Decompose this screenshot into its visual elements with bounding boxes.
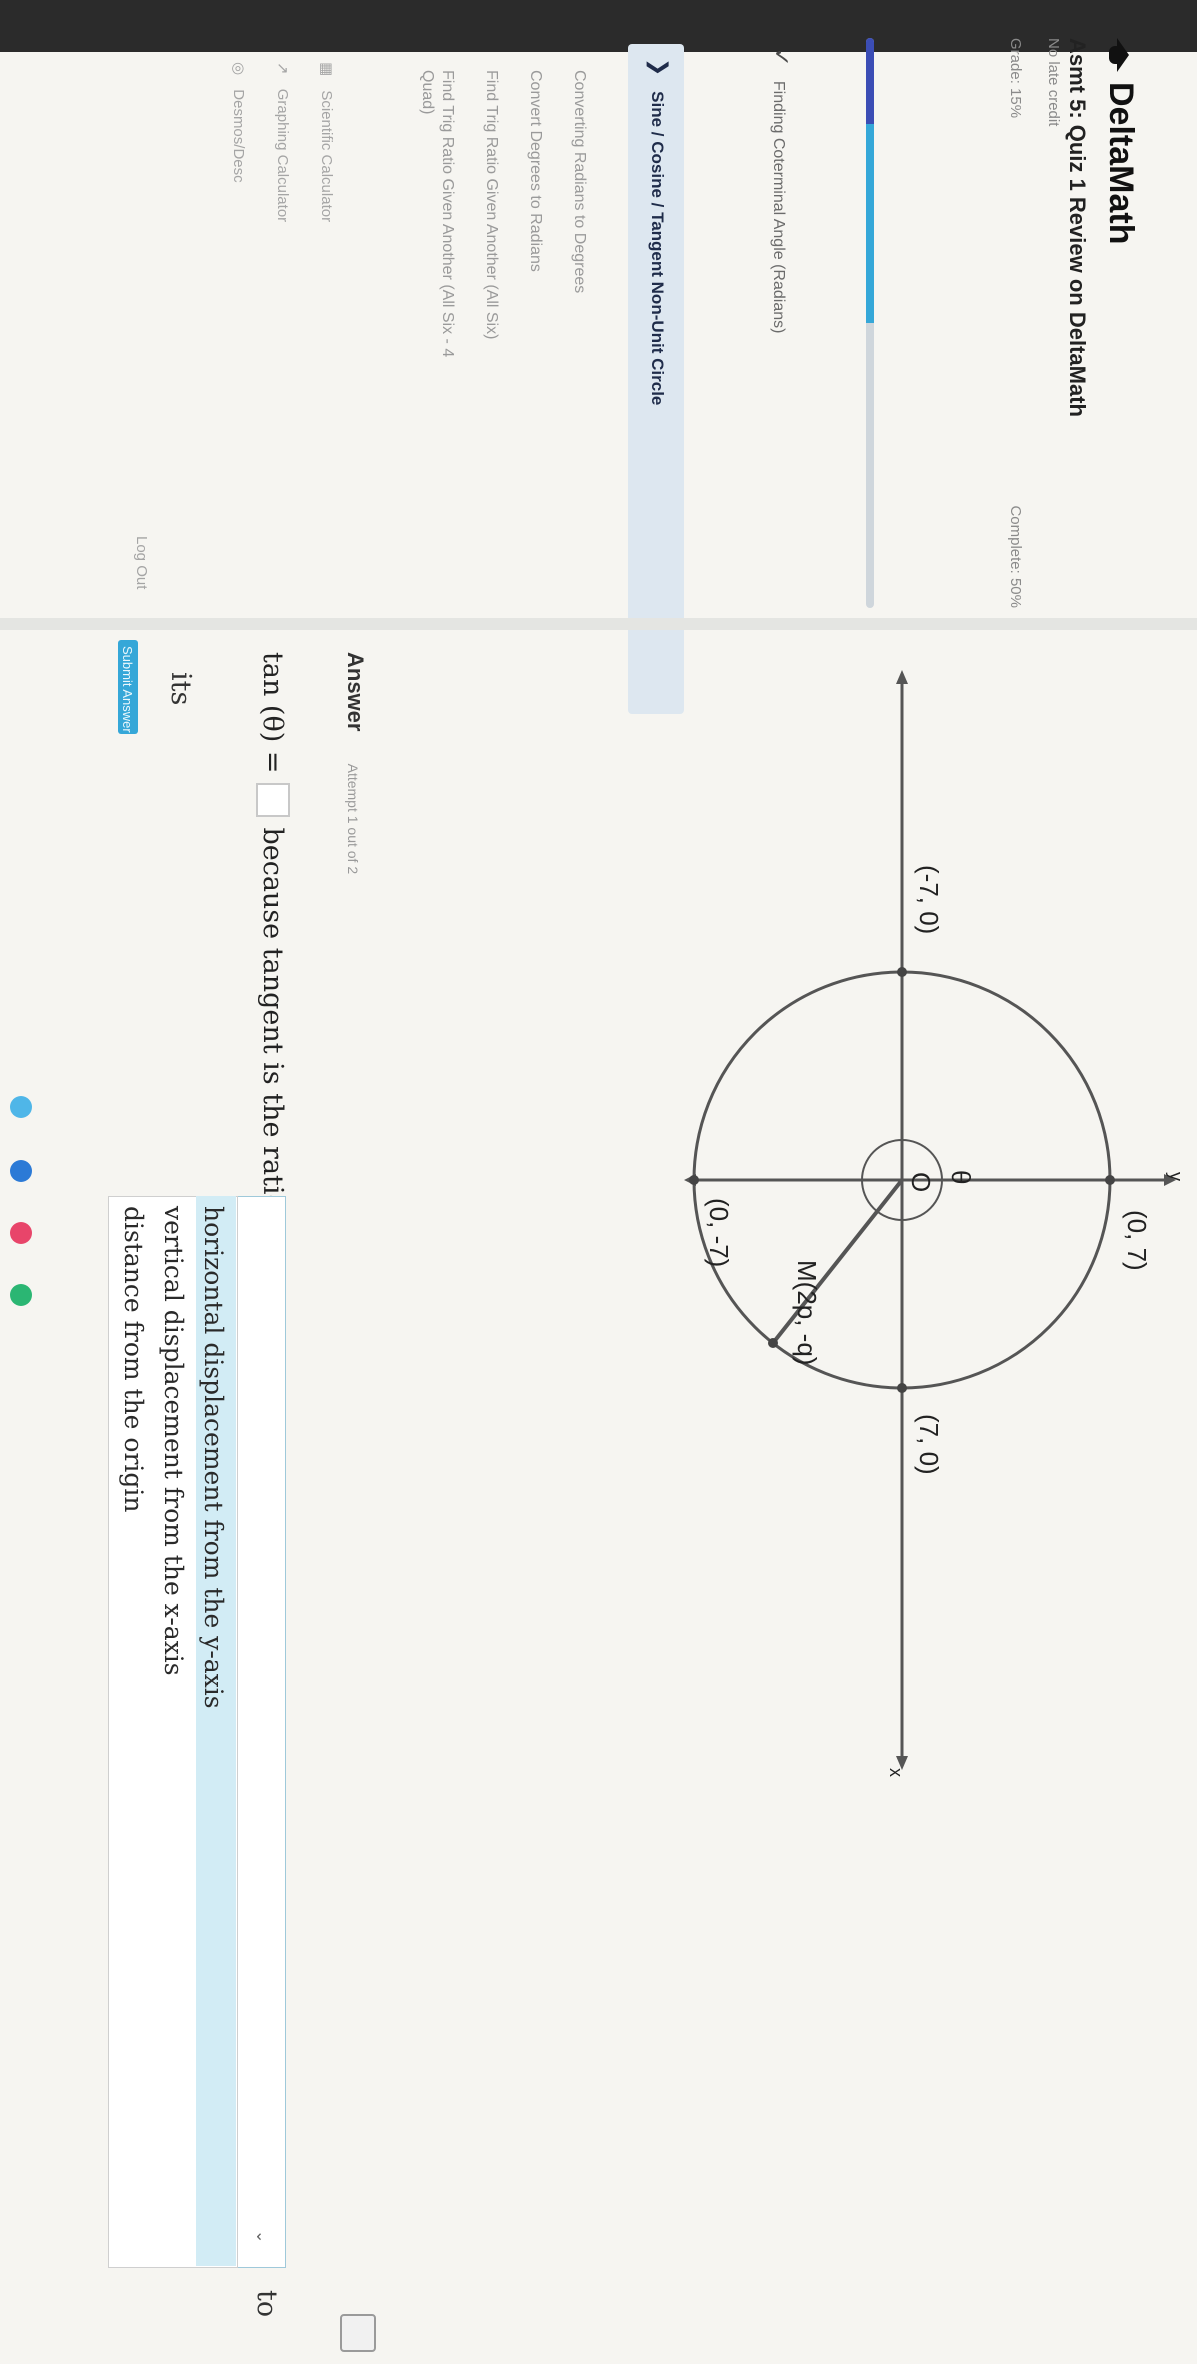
desmos-link[interactable]: ◎ Desmos/Desc xyxy=(230,62,248,183)
point-bottom xyxy=(689,1175,699,1185)
nav-item-trig-ratio-quad-cont: Quad) xyxy=(419,70,436,115)
checkmark-icon: ✓ xyxy=(769,48,794,67)
label-left: (-7, 0) xyxy=(914,865,944,934)
point-top xyxy=(1105,1175,1115,1185)
grade-label: Grade: 15% xyxy=(1007,38,1024,119)
grade-row: Grade: 15% Complete: 50% xyxy=(1007,38,1024,608)
nav-item-label: Finding Coterminal Angle (Radians) xyxy=(770,80,787,334)
option-distance[interactable]: distance from the origin xyxy=(119,1206,148,1513)
complete-label: Complete: 50% xyxy=(1007,505,1024,608)
submit-answer-button[interactable]: Submit Answer xyxy=(118,640,138,734)
to-label: to xyxy=(251,2290,282,2318)
taskbar-app-icon[interactable] xyxy=(10,1160,32,1182)
graph-icon: ↗ xyxy=(274,62,291,75)
nav-item-radians-degrees[interactable]: Converting Radians to Degrees xyxy=(570,70,588,293)
label-top: (0, 7) xyxy=(1122,1210,1152,1271)
graduation-cap-icon xyxy=(1108,38,1134,72)
nav-item-trig-ratio-quad[interactable]: Find Trig Ratio Given Another (All Six -… xyxy=(438,70,456,357)
label-origin: O xyxy=(906,1172,936,1192)
point-right xyxy=(897,1383,907,1393)
progress-fill-grade xyxy=(866,38,874,124)
logout-link[interactable]: Log Out xyxy=(133,536,150,589)
chevron-down-icon[interactable]: ⌄ xyxy=(252,2230,272,2243)
label-right: (7, 0) xyxy=(914,1414,944,1475)
taskbar-app-icon[interactable] xyxy=(10,1222,32,1244)
taskbar-app-icon[interactable] xyxy=(10,1096,32,1118)
nav-item-active[interactable]: ❯ Sine / Cosine / Tangent Non-Unit Circl… xyxy=(646,58,672,405)
progress-fill-complete xyxy=(866,123,874,323)
label-x-axis: x xyxy=(886,1768,906,1777)
assignment-title: Asmt 5: Quiz 1 Review on DeltaMath xyxy=(1065,38,1090,417)
label-theta: θ xyxy=(946,1170,976,1184)
nav-item-trig-ratio[interactable]: Find Trig Ratio Given Another (All Six) xyxy=(482,70,500,339)
attempt-counter: Attempt 1 out of 2 xyxy=(345,763,361,875)
x-axis-arrow-up xyxy=(896,670,908,684)
label-bottom: (0, -7) xyxy=(704,1198,734,1267)
calculator-icon[interactable] xyxy=(340,2314,376,2352)
sidebar-divider xyxy=(0,618,1197,630)
nav-item-label: Sine / Cosine / Tangent Non-Unit Circle xyxy=(648,91,667,406)
tool-label: Graphing Calculator xyxy=(274,88,291,223)
label-point-m: M(2p, -q) xyxy=(792,1260,822,1365)
answer-header: Answer Attempt 1 out of 2 xyxy=(342,652,368,874)
deltamath-logo[interactable]: DeltaMath xyxy=(1101,38,1140,244)
progress-bar xyxy=(866,38,874,608)
answer-input[interactable] xyxy=(256,783,290,818)
point-m xyxy=(768,1338,778,1348)
brand-name: DeltaMath xyxy=(1102,82,1140,245)
equation-prefix: tan (θ) = xyxy=(257,652,289,774)
answer-label: Answer xyxy=(343,652,368,732)
label-y-axis: y xyxy=(1166,1172,1180,1181)
submit-label: Submit Answer xyxy=(120,646,135,733)
assignment-meta: No late credit xyxy=(1045,38,1062,127)
option-horizontal[interactable]: horizontal displacement from the y-axis xyxy=(199,1206,228,1709)
calculator-icon: ▦ xyxy=(318,62,335,77)
ratio-dropdown[interactable] xyxy=(236,1196,286,2268)
graphing-calculator-link[interactable]: ↗ Graphing Calculator xyxy=(274,62,292,222)
desmos-icon: ◎ xyxy=(230,62,247,76)
taskbar-app-icon[interactable] xyxy=(10,1284,32,1306)
nav-item-completed[interactable]: ✓ Finding Coterminal Angle (Radians) xyxy=(768,48,794,333)
its-label: its xyxy=(165,672,196,706)
tool-label: Scientific Calculator xyxy=(318,90,335,223)
circle-figure: (0, 7) (7, 0) (-7, 0) (0, -7) M(2p, -q) … xyxy=(684,670,1180,1777)
tool-label: Desmos/Desc xyxy=(230,89,247,183)
option-vertical[interactable]: vertical displacement from the x-axis xyxy=(159,1206,188,1676)
chevron-right-icon: ❯ xyxy=(647,58,672,77)
scientific-calculator-link[interactable]: ▦ Scientific Calculator xyxy=(318,62,336,222)
point-left xyxy=(897,967,907,977)
nav-item-degrees-radians[interactable]: Convert Degrees to Radians xyxy=(526,70,544,272)
